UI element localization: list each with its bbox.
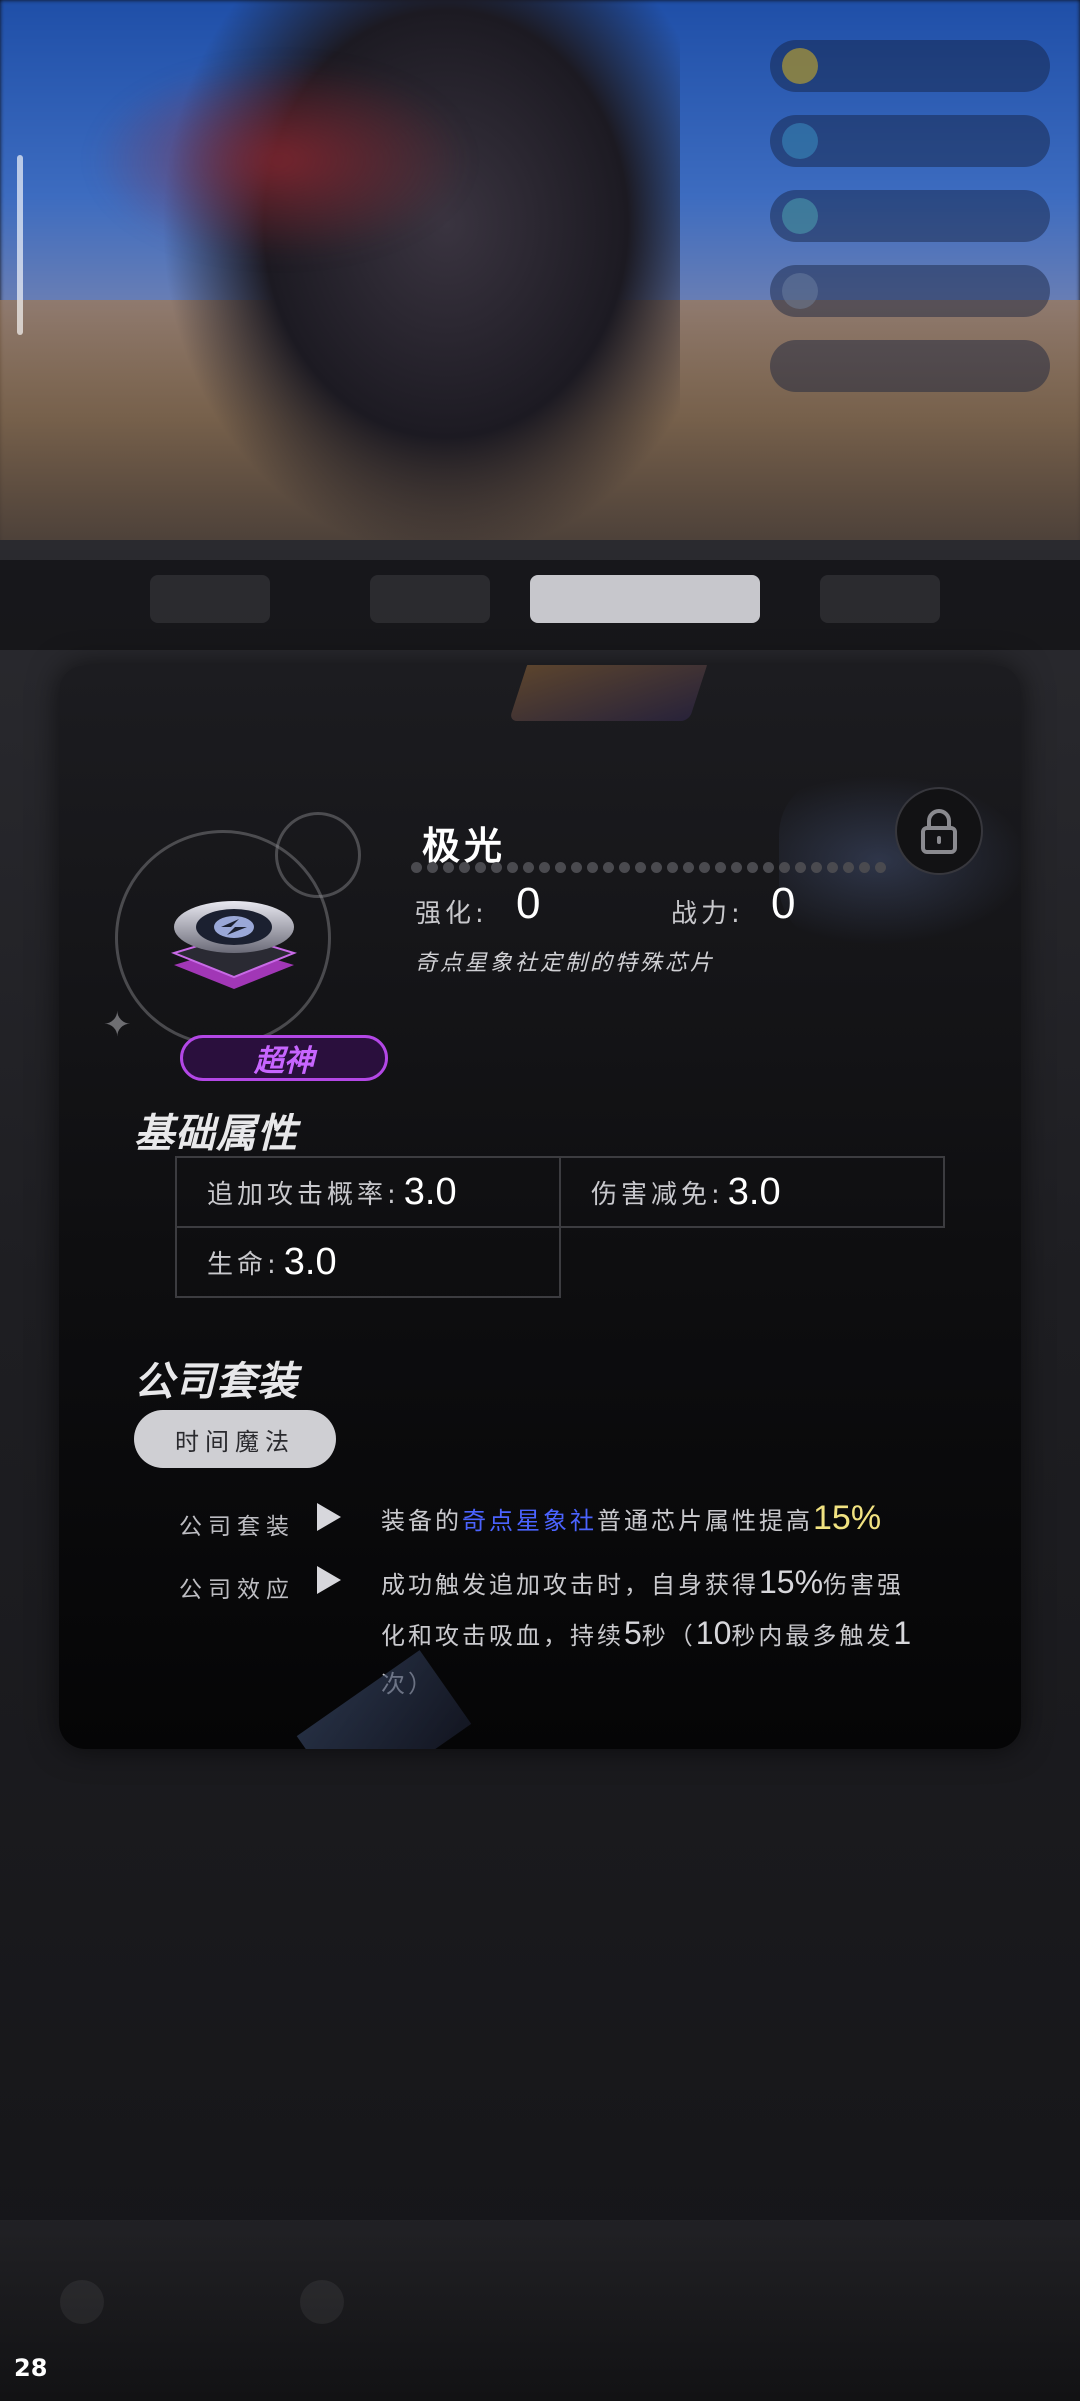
set-name-tag[interactable]: 时间魔法 [134, 1410, 336, 1468]
effect-text-part: 成功触发追加攻击时，自身获得 [381, 1571, 759, 1599]
effect-number: 15% [759, 1564, 824, 1600]
company-set-title: 公司套装 [134, 1359, 298, 1405]
bonus-value: 15% [813, 1499, 882, 1537]
sparkle-icon: ✦ [103, 1005, 132, 1045]
item-description: 奇点星象社定制的特殊芯片 [415, 951, 716, 976]
effect-number: 5 [624, 1615, 642, 1651]
power-label: 战力: [671, 899, 744, 929]
background-side-item [770, 190, 1050, 242]
background-tab [370, 575, 490, 623]
rarity-badge: 超神 [180, 1035, 388, 1081]
background-tab [150, 575, 270, 623]
bonus-text-part: 普通芯片属性提高 [597, 1507, 813, 1535]
attribute-value: 3.0 [403, 1170, 457, 1213]
background-side-item [770, 340, 1050, 392]
play-icon [317, 1503, 341, 1531]
enhance-label: 强化: [415, 899, 488, 929]
effect-number: 10 [695, 1615, 732, 1651]
power-value: 0 [771, 879, 796, 928]
item-detail-card: ✦ 超神 极光 强化: 0 战力: 0 奇点星象社定制的特殊芯片 基础属性 追加… [59, 665, 1021, 1749]
effect-number: 1 [893, 1615, 912, 1651]
level-dots [411, 862, 886, 876]
attribute-label: 生命: [207, 1249, 280, 1280]
background-tab-active [530, 575, 760, 623]
effect-text-part: 秒（ [641, 1622, 696, 1650]
play-icon [317, 1566, 341, 1594]
brand-graffiti [779, 775, 1021, 945]
attribute-value: 3.0 [727, 1170, 781, 1213]
attribute-value: 3.0 [283, 1240, 337, 1283]
bonus-text-part: 装备的 [381, 1507, 462, 1535]
scroll-indicator [17, 155, 23, 335]
chip-icon [170, 901, 298, 989]
fps-counter: 28 [14, 2354, 48, 2382]
base-attributes-title: 基础属性 [134, 1111, 298, 1157]
set-bonus-label: 公司套装 [179, 1514, 295, 1540]
background-character-accent [90, 60, 470, 260]
attribute-label: 伤害减免: [591, 1179, 724, 1210]
card-decoration [508, 665, 710, 721]
background-tab [820, 575, 940, 623]
lock-button[interactable] [895, 787, 983, 875]
background-bottom-bar [0, 2220, 1080, 2401]
lock-icon [921, 809, 957, 854]
attribute-cell: 追加攻击概率: 3.0 [175, 1156, 561, 1228]
effect-text-part: 秒内最多触发 [731, 1622, 894, 1650]
attribute-table: 追加攻击概率: 3.0 伤害减免: 3.0 生命: 3.0 [175, 1156, 945, 1299]
effect-text-part: 化和攻击吸血，持续 [381, 1622, 624, 1650]
attribute-label: 追加攻击概率: [207, 1179, 400, 1210]
company-effect-label: 公司效应 [179, 1577, 295, 1603]
attribute-cell: 伤害减免: 3.0 [559, 1156, 945, 1228]
effect-text-part: 伤害强 [823, 1571, 905, 1599]
background-icon [60, 2280, 104, 2324]
background-side-item [770, 115, 1050, 167]
company-name-highlight: 奇点星象社 [462, 1507, 597, 1535]
background-side-item [770, 40, 1050, 92]
company-effect-text: 成功触发追加攻击时，自身获得15%伤害强 化和攻击吸血，持续5秒（10秒内最多触… [381, 1558, 1021, 1708]
set-bonus-text: 装备的奇点星象社普通芯片属性提高15% [381, 1494, 881, 1545]
background-icon [300, 2280, 344, 2324]
attribute-cell: 生命: 3.0 [175, 1226, 561, 1298]
enhance-value: 0 [516, 879, 541, 928]
background-side-item [770, 265, 1050, 317]
